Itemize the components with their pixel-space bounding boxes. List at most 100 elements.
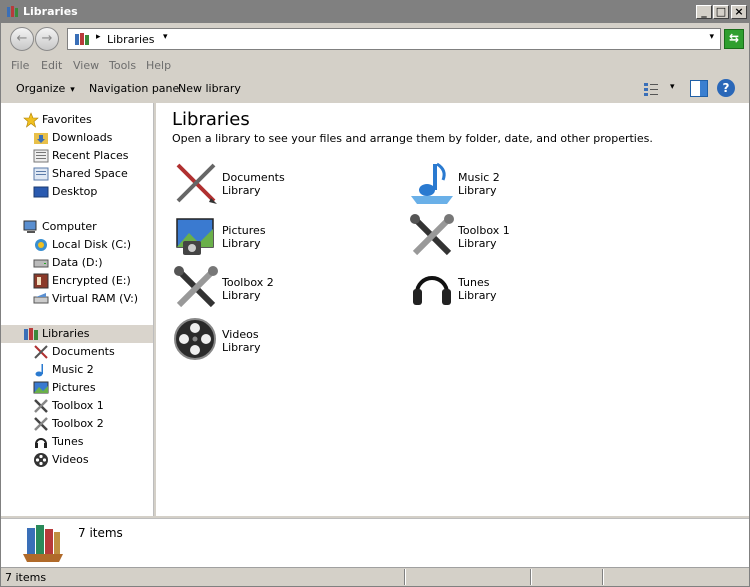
nav-label: Toolbox 1 xyxy=(52,399,104,412)
library-type: Library xyxy=(458,237,497,250)
library-tile-documents[interactable]: Documents Library xyxy=(173,160,393,208)
menu-view[interactable]: View xyxy=(73,59,99,72)
help-icon[interactable]: ? xyxy=(717,79,735,97)
back-button[interactable]: ← xyxy=(10,27,34,51)
library-tile-tunes[interactable]: Tunes Library xyxy=(409,265,629,313)
nav-library-music-2[interactable]: Music 2 xyxy=(1,361,153,379)
nav-encrypted-e[interactable]: Encrypted (E:) xyxy=(1,272,153,290)
new-library-button[interactable]: New library xyxy=(178,82,241,95)
library-name: Toolbox 2 xyxy=(222,276,274,289)
library-tile-videos[interactable]: Videos Library xyxy=(173,317,393,365)
item-count: 7 items xyxy=(78,526,123,540)
library-tile-music-2[interactable]: Music 2 Library xyxy=(409,160,629,208)
nav-data-d[interactable]: Data (D:) xyxy=(1,254,153,272)
documents-icon xyxy=(176,163,217,204)
navigation-pane-button[interactable]: Navigation pane xyxy=(89,82,179,95)
details-pane: 7 items xyxy=(1,518,749,567)
nav-label: Shared Space xyxy=(52,167,128,180)
nav-local-disk-c[interactable]: Local Disk (C:) xyxy=(1,236,153,254)
status-bar: 7 items xyxy=(1,567,749,586)
libraries-app-icon xyxy=(7,6,18,17)
breadcrumb-chevron-down-icon[interactable]: ▾ xyxy=(163,32,168,42)
libraries-icon xyxy=(75,33,89,45)
music-icon xyxy=(35,364,43,377)
nav-label: Local Disk (C:) xyxy=(52,238,132,251)
menu-tools[interactable]: Tools xyxy=(109,59,136,72)
nav-label: Toolbox 2 xyxy=(52,417,104,430)
downloads-folder-icon xyxy=(34,133,48,144)
navigation-pane: Favorites Downloads Recent Places Shared… xyxy=(1,103,154,516)
headphones-icon xyxy=(35,438,47,448)
nav-library-pictures[interactable]: Pictures xyxy=(1,379,153,397)
nav-label: Documents xyxy=(52,345,115,358)
nav-library-videos[interactable]: Videos xyxy=(1,451,153,469)
library-name: Tunes xyxy=(458,276,490,289)
change-view-icon[interactable] xyxy=(643,81,659,97)
organize-button[interactable]: Organize ▾ xyxy=(16,82,75,95)
library-name: Pictures xyxy=(222,224,266,237)
recent-places-icon xyxy=(33,149,49,163)
menu-bar: File Edit View Tools Help xyxy=(1,55,749,75)
nav-library-tunes[interactable]: Tunes xyxy=(1,433,153,451)
nav-favorites[interactable]: Favorites xyxy=(1,111,153,129)
library-type: Library xyxy=(458,289,497,302)
address-field[interactable]: ▸ Libraries ▾ ▾ xyxy=(67,28,721,50)
nav-label: Virtual RAM (V:) xyxy=(52,292,139,305)
nav-libraries[interactable]: Libraries xyxy=(1,325,153,343)
nav-label: Tunes xyxy=(52,435,84,448)
ram-drive-icon xyxy=(33,293,49,304)
nav-computer[interactable]: Computer xyxy=(1,218,153,236)
close-button[interactable]: × xyxy=(731,5,747,19)
nav-library-toolbox-1[interactable]: Toolbox 1 xyxy=(1,397,153,415)
content-pane: Libraries Open a library to see your fil… xyxy=(156,103,749,516)
nav-shared-space[interactable]: Shared Space xyxy=(1,165,153,183)
library-name: Toolbox 1 xyxy=(458,224,510,237)
library-name: Music 2 xyxy=(458,171,500,184)
nav-recent-places[interactable]: Recent Places xyxy=(1,147,153,165)
page-title: Libraries xyxy=(172,109,250,130)
view-options-chevron-icon[interactable]: ▾ xyxy=(670,82,675,92)
breadcrumb-separator-icon[interactable]: ▸ xyxy=(96,32,101,42)
library-tile-toolbox-2[interactable]: Toolbox 2 Library xyxy=(173,265,393,313)
library-type: Library xyxy=(222,237,261,250)
pictures-icon xyxy=(33,381,49,394)
encrypted-drive-icon xyxy=(33,273,49,289)
nav-label: Computer xyxy=(42,220,97,233)
toolbox-icon xyxy=(34,399,48,413)
breadcrumb-libraries[interactable]: Libraries xyxy=(107,33,155,46)
status-divider xyxy=(530,569,532,585)
library-name: Documents xyxy=(222,171,285,184)
computer-icon xyxy=(23,220,37,233)
pictures-icon xyxy=(176,218,214,255)
menu-edit[interactable]: Edit xyxy=(41,59,62,72)
menu-help[interactable]: Help xyxy=(146,59,171,72)
menu-file[interactable]: File xyxy=(11,59,29,72)
library-type: Library xyxy=(458,184,497,197)
library-type: Library xyxy=(222,341,261,354)
preview-pane-icon[interactable] xyxy=(690,80,708,97)
forward-button[interactable]: → xyxy=(35,27,59,51)
refresh-button[interactable]: ⇆ xyxy=(724,29,744,49)
toolbox-icon xyxy=(174,266,218,308)
address-dropdown-icon[interactable]: ▾ xyxy=(709,32,714,42)
minimize-button[interactable]: _ xyxy=(696,5,712,19)
nav-library-toolbox-2[interactable]: Toolbox 2 xyxy=(1,415,153,433)
nav-virtual-ram-v[interactable]: Virtual RAM (V:) xyxy=(1,290,153,308)
nav-label: Recent Places xyxy=(52,149,129,162)
library-tile-pictures[interactable]: Pictures Library xyxy=(173,213,393,261)
library-tile-toolbox-1[interactable]: Toolbox 1 Library xyxy=(409,213,629,261)
status-divider xyxy=(404,569,406,585)
status-text: 7 items xyxy=(5,571,47,584)
nav-label: Favorites xyxy=(42,113,92,126)
libraries-icon xyxy=(24,328,38,340)
title-bar[interactable]: Libraries _ □ × xyxy=(1,1,749,23)
command-bar: Organize ▾ Navigation pane New library ▾ … xyxy=(1,75,749,103)
nav-label: Videos xyxy=(52,453,89,466)
maximize-button[interactable]: □ xyxy=(713,5,729,19)
chevron-down-icon: ▾ xyxy=(70,85,75,95)
nav-desktop[interactable]: Desktop xyxy=(1,183,153,201)
desktop-icon xyxy=(33,186,49,198)
nav-library-documents[interactable]: Documents xyxy=(1,343,153,361)
drive-icon xyxy=(33,259,49,268)
nav-downloads[interactable]: Downloads xyxy=(1,129,153,147)
